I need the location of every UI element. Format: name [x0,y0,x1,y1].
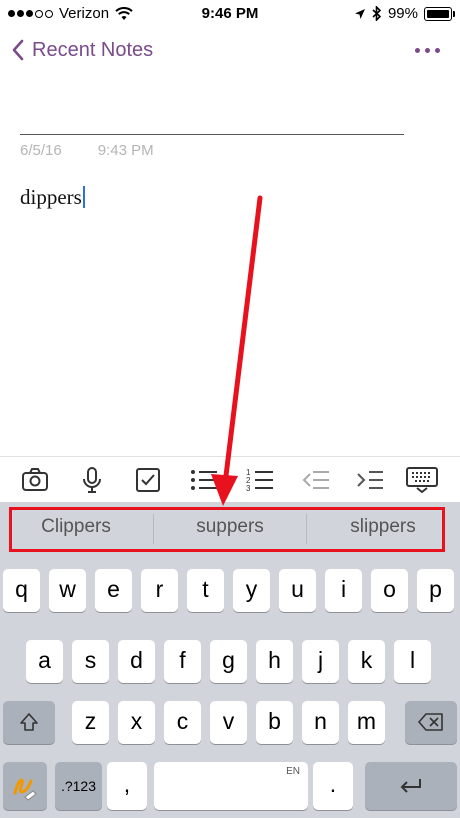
back-label: Recent Notes [32,38,154,61]
period-key[interactable]: . [313,762,353,810]
key-b[interactable]: b [256,701,293,744]
numbered-list-icon[interactable]: 1 2 3 [245,466,275,494]
numbers-key[interactable]: .?123 [55,762,102,810]
note-date: 6/5/16 [20,142,62,159]
note-text: dippers [20,185,82,209]
comma-key[interactable]: , [107,762,147,810]
language-indicator: EN [286,766,300,777]
keyboard-dismiss-icon[interactable] [405,466,439,494]
key-t[interactable]: t [187,569,224,612]
key-a[interactable]: a [26,640,63,683]
more-dot-icon [435,48,440,53]
text-cursor [82,186,85,208]
key-n[interactable]: n [302,701,339,744]
handwriting-icon [13,778,37,801]
battery-percent: 99% [387,5,418,22]
location-icon [354,8,365,19]
more-options-button[interactable] [415,48,440,53]
key-p[interactable]: p [417,569,454,612]
annotation-highlight-box [9,507,445,552]
formatting-toolbar: 1 2 3 [0,456,460,503]
title-field[interactable] [20,134,404,135]
backspace-icon [418,713,443,731]
note-time: 9:43 PM [97,142,154,159]
return-key[interactable] [365,762,457,810]
camera-icon[interactable] [20,466,50,494]
more-dot-icon [425,48,430,53]
key-g[interactable]: g [210,640,247,683]
key-x[interactable]: x [118,701,155,744]
chevron-left-icon [12,39,24,61]
bluetooth-icon [372,6,382,21]
battery-icon [424,6,455,21]
indent-icon[interactable] [355,466,385,494]
shift-key[interactable] [3,701,55,744]
key-f[interactable]: f [164,640,201,683]
key-o[interactable]: o [371,569,408,612]
key-c[interactable]: c [164,701,201,744]
key-k[interactable]: k [348,640,385,683]
key-r[interactable]: r [141,569,178,612]
key-q[interactable]: q [3,569,40,612]
key-d[interactable]: d [118,640,155,683]
key-h[interactable]: h [256,640,293,683]
key-m[interactable]: m [348,701,385,744]
key-e[interactable]: e [95,569,132,612]
key-w[interactable]: w [49,569,86,612]
microphone-icon[interactable] [77,466,107,494]
space-key[interactable]: EN [154,762,308,810]
outdent-icon[interactable] [301,466,331,494]
key-y[interactable]: y [233,569,270,612]
back-button[interactable]: Recent Notes [10,38,153,62]
key-v[interactable]: v [210,701,247,744]
shift-icon [20,713,38,731]
key-i[interactable]: i [325,569,362,612]
checkbox-icon[interactable] [133,466,163,494]
delete-key[interactable] [405,701,457,744]
key-u[interactable]: u [279,569,316,612]
keyboard: q w e r t y u i o p a s d f g h j k l z … [0,556,460,818]
key-z[interactable]: z [72,701,109,744]
status-bar: Verizon 9:46 PM 99% [0,0,460,28]
note-body[interactable]: dippers [20,185,85,210]
app-extension-key[interactable] [3,762,47,810]
key-j[interactable]: j [302,640,339,683]
key-l[interactable]: l [394,640,431,683]
more-dot-icon [415,48,420,53]
bullet-list-icon[interactable] [189,466,219,494]
note-meta: 6/5/16 9:43 PM [20,142,154,159]
status-right: 99% [354,5,455,22]
svg-text:3: 3 [246,484,251,493]
return-icon [400,779,421,793]
key-s[interactable]: s [72,640,109,683]
